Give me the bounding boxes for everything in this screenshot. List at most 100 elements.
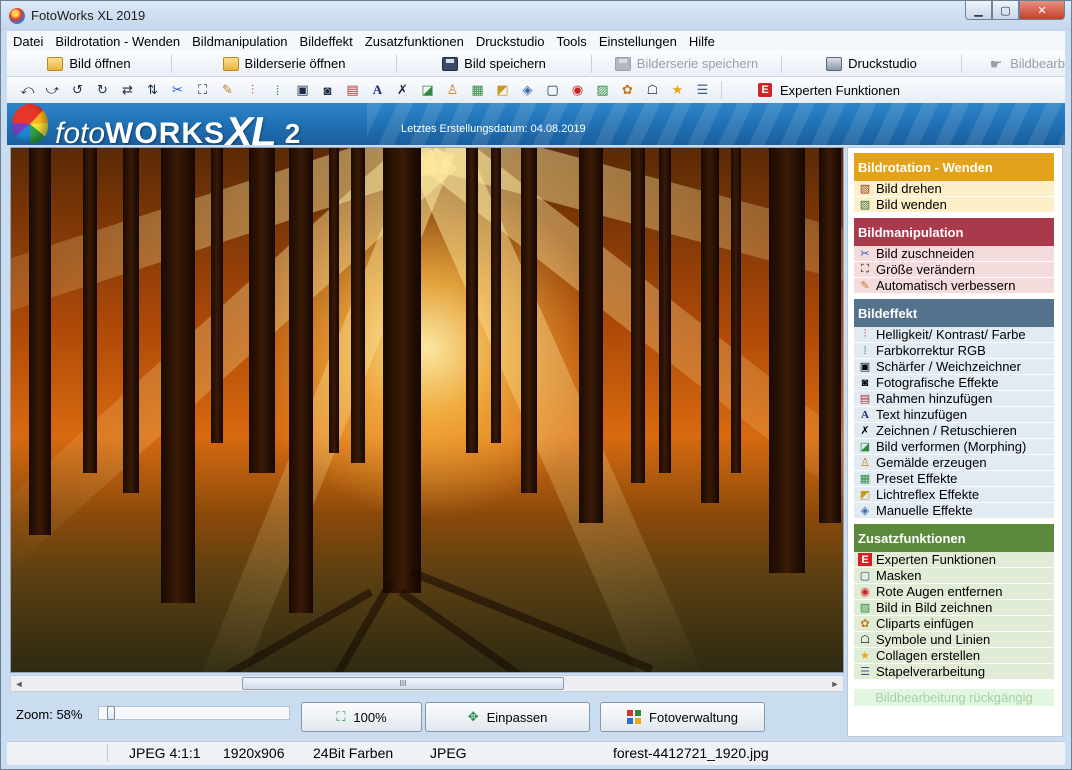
picture-in-picture-icon[interactable]: ▨	[592, 80, 613, 100]
panel-item-helligkeit[interactable]: ⫶ Helligkeit/ Kontrast/ Farbe	[854, 327, 1054, 343]
rotate-left-icon[interactable]: ⤺	[17, 80, 38, 100]
open-image-button[interactable]: Bild öffnen	[7, 54, 172, 73]
magic-wand-icon[interactable]: ✎	[217, 80, 238, 100]
rgb-icon[interactable]: ⁞	[267, 80, 288, 100]
panel-item-masken[interactable]: ▢ Masken	[854, 568, 1054, 584]
menu-einstellungen[interactable]: Einstellungen	[593, 34, 683, 49]
experten-icon: E	[858, 553, 872, 566]
section-header-zusatzfunktionen[interactable]: Zusatzfunktionen	[854, 524, 1054, 552]
scroll-right-icon[interactable]: ►	[827, 676, 843, 691]
resize-icon[interactable]: ⛶	[192, 80, 213, 100]
menu-datei[interactable]: Datei	[7, 34, 49, 49]
panel-item-rahmen[interactable]: ▤ Rahmen hinzufügen	[854, 391, 1054, 407]
tree-trunk	[329, 148, 339, 453]
star-icon[interactable]: ★	[667, 80, 688, 100]
panel-item-gemaelde[interactable]: ♙ Gemälde erzeugen	[854, 455, 1054, 471]
panel-item-text[interactable]: A Text hinzufügen	[854, 407, 1054, 423]
tree-trunk	[659, 148, 671, 473]
disk-icon	[614, 56, 631, 71]
maximize-button[interactable]: ▢	[992, 1, 1019, 20]
print-studio-button[interactable]: Druckstudio	[782, 54, 962, 73]
mask-icon[interactable]: ▢	[542, 80, 563, 100]
panel-item-symbole[interactable]: ☖ Symbole und Linien	[854, 632, 1054, 648]
camera-icon[interactable]: ◙	[317, 80, 338, 100]
panel-item-lichtreflex[interactable]: ◩ Lichtreflex Effekte	[854, 487, 1054, 503]
panel-item-bild-drehen[interactable]: ▧ Bild drehen	[854, 181, 1054, 197]
menu-tools[interactable]: Tools	[550, 34, 592, 49]
panel-item-rote-augen[interactable]: ◉ Rote Augen entfernen	[854, 584, 1054, 600]
menu-bildrotation[interactable]: Bildrotation - Wenden	[49, 34, 186, 49]
experten-button[interactable]: E Experten Funktionen	[758, 83, 900, 98]
menu-hilfe[interactable]: Hilfe	[683, 34, 721, 49]
red-eye-icon[interactable]: ◉	[567, 80, 588, 100]
scroll-thumb[interactable]: III	[242, 677, 564, 690]
image-canvas[interactable]	[10, 147, 844, 673]
mirror-icon[interactable]: ⇄	[117, 80, 138, 100]
text-icon[interactable]: A	[367, 80, 388, 100]
panel-item-zeichnen[interactable]: ✗ Zeichnen / Retuschieren	[854, 423, 1054, 439]
panel-item-label: Farbkorrektur RGB	[876, 343, 986, 358]
zoom-slider[interactable]	[98, 706, 290, 720]
manual-effects-icon[interactable]: ◈	[517, 80, 538, 100]
save-image-button[interactable]: Bild speichern	[397, 54, 592, 73]
horizontal-scrollbar[interactable]: ◄ III ►	[10, 675, 844, 692]
menu-druckstudio[interactable]: Druckstudio	[470, 34, 551, 49]
frame-icon: ▤	[859, 393, 871, 405]
sharpen-icon[interactable]: ▣	[292, 80, 313, 100]
panel-item-cliparts[interactable]: ✿ Cliparts einfügen	[854, 616, 1054, 632]
undo-button[interactable]: Bildbearbeitung rückgängig	[854, 689, 1054, 706]
panel-item-automatisch-verbessern[interactable]: ✎ Automatisch verbessern	[854, 278, 1054, 294]
menu-bildmanipulation[interactable]: Bildmanipulation	[186, 34, 293, 49]
morph-icon[interactable]: ◪	[417, 80, 438, 100]
panel-item-fotografische-effekte[interactable]: ◙ Fotografische Effekte	[854, 375, 1054, 391]
close-button[interactable]: ✕	[1019, 1, 1065, 20]
preset-icon[interactable]: ▦	[467, 80, 488, 100]
panel-item-preset[interactable]: ▦ Preset Effekte	[854, 471, 1054, 487]
scissors-icon[interactable]: ✂	[167, 80, 188, 100]
panel-item-morphing[interactable]: ◪ Bild verformen (Morphing)	[854, 439, 1054, 455]
zoom-slider-handle[interactable]	[107, 706, 115, 720]
frame-icon[interactable]: ▤	[342, 80, 363, 100]
brand-light: foto	[55, 117, 106, 145]
menu-bildeffekt[interactable]: Bildeffekt	[294, 34, 359, 49]
rotate-right-icon[interactable]: ⤻	[42, 80, 63, 100]
panel-item-stapel[interactable]: ☰ Stapelverarbeitung	[854, 664, 1054, 680]
tree-trunk	[211, 148, 223, 443]
panel-item-schaerfer[interactable]: ▣ Schärfer / Weichzeichner	[854, 359, 1054, 375]
section-header-bildeffekt[interactable]: Bildeffekt	[854, 299, 1054, 327]
fit-button[interactable]: ✥ Einpassen	[425, 702, 590, 732]
clipart-icon[interactable]: ✿	[617, 80, 638, 100]
camera-icon: ◙	[861, 376, 869, 389]
brush-icon[interactable]: ✗	[392, 80, 413, 100]
sliders-icon[interactable]: ⫶	[242, 80, 263, 100]
panel-item-farbkorrektur[interactable]: ⁞ Farbkorrektur RGB	[854, 343, 1054, 359]
turn-left-icon[interactable]: ↺	[67, 80, 88, 100]
panel-item-bild-in-bild[interactable]: ▨ Bild in Bild zeichnen	[854, 600, 1054, 616]
flip-icon[interactable]: ⇅	[142, 80, 163, 100]
paint-icon[interactable]: ♙	[442, 80, 463, 100]
minimize-button[interactable]: ▁	[965, 1, 992, 20]
batch-icon[interactable]: ☰	[692, 80, 713, 100]
panel-item-experten[interactable]: E Experten Funktionen	[854, 552, 1054, 568]
panel-item-collagen[interactable]: ★ Collagen erstellen	[854, 648, 1054, 664]
panel-item-label: Bild in Bild zeichnen	[876, 600, 993, 615]
hand-icon: ☛	[989, 55, 1003, 72]
section-header-bildrotation[interactable]: Bildrotation - Wenden	[854, 153, 1054, 181]
panel-item-bild-zuschneiden[interactable]: ✂ Bild zuschneiden	[854, 246, 1054, 262]
lens-flare-icon[interactable]: ◩	[492, 80, 513, 100]
turn-right-icon[interactable]: ↻	[92, 80, 113, 100]
panel-item-manuelle-effekte[interactable]: ◈ Manuelle Effekte	[854, 503, 1054, 519]
menu-zusatzfunktionen[interactable]: Zusatzfunktionen	[359, 34, 470, 49]
photo-manager-button[interactable]: Fotoverwaltung	[600, 702, 765, 732]
panel-item-bild-wenden[interactable]: ▨ Bild wenden	[854, 197, 1054, 213]
panel-item-label: Zeichnen / Retuschieren	[876, 423, 1017, 438]
symbols-icon[interactable]: ☖	[642, 80, 663, 100]
scroll-left-icon[interactable]: ◄	[11, 676, 27, 691]
save-series-button[interactable]: Bilderserie speichern	[592, 54, 782, 73]
panel-item-groesse-veraendern[interactable]: ⛶ Größe verändern	[854, 262, 1054, 278]
open-series-button[interactable]: Bilderserie öffnen	[172, 54, 397, 73]
section-header-bildmanipulation[interactable]: Bildmanipulation	[854, 218, 1054, 246]
edit-button[interactable]: ☛ Bildbearb	[962, 55, 1065, 73]
experten-icon: E	[758, 83, 772, 97]
zoom-100-button[interactable]: ⛶ 100%	[301, 702, 422, 732]
